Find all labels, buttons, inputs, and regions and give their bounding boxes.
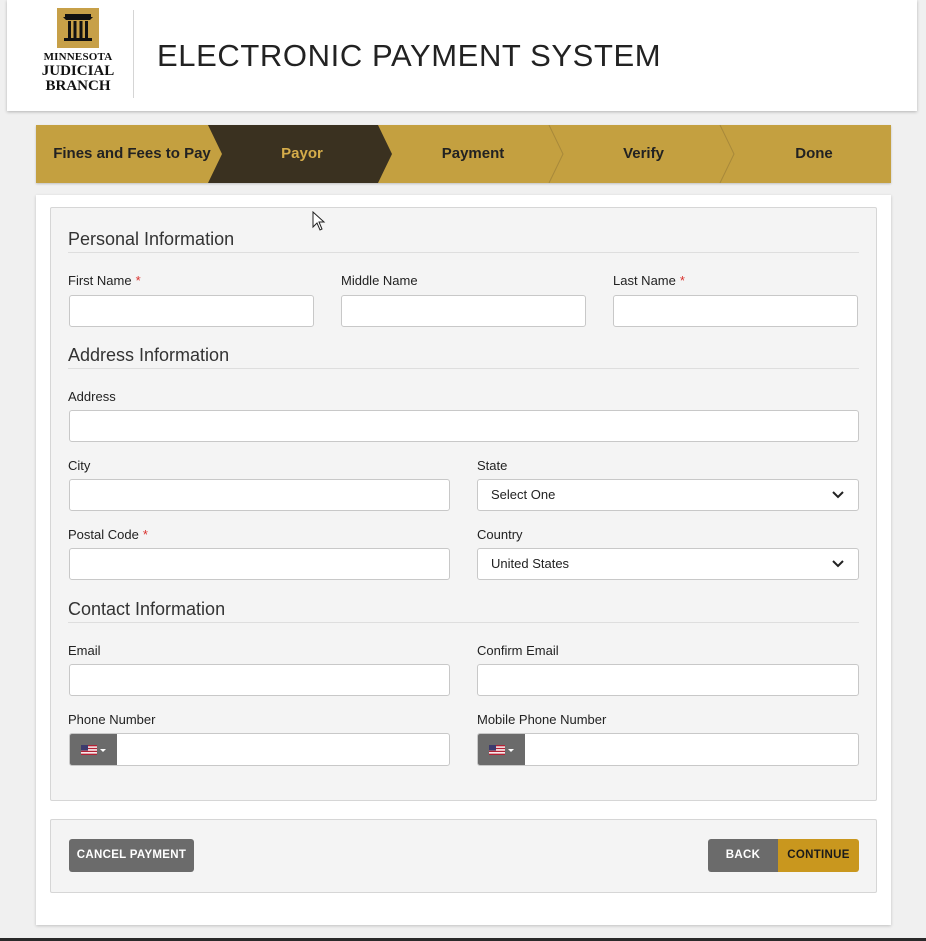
cancel-payment-button[interactable]: CANCEL PAYMENT (69, 839, 194, 872)
phone-input[interactable] (69, 733, 450, 766)
back-button[interactable]: BACK (708, 839, 778, 872)
us-flag-icon (489, 745, 514, 755)
logo-line-branch: BRANCH (45, 78, 111, 94)
step-done: Done (795, 145, 833, 162)
required-marker: * (135, 273, 141, 288)
postal-code-label-text: Postal Code (68, 527, 139, 542)
middle-name-label: Middle Name (341, 273, 418, 288)
us-flag-icon (81, 745, 106, 755)
email-input[interactable] (69, 664, 450, 696)
app-header: MINNESOTA JUDICIAL BRANCH ELECTRONIC PAY… (7, 0, 917, 111)
personal-info-title: Personal Information (68, 229, 235, 249)
continue-button[interactable]: CONTINUE (778, 839, 859, 872)
last-name-input[interactable] (613, 295, 858, 327)
state-label: State (477, 458, 508, 473)
country-select[interactable]: United States (477, 548, 859, 580)
mobile-phone-country-dropdown[interactable] (478, 734, 525, 765)
state-select[interactable]: Select One (477, 479, 859, 511)
app-title: ELECTRONIC PAYMENT SYSTEM (157, 38, 662, 73)
step-payor: Payor (281, 145, 323, 162)
address-label: Address (68, 389, 116, 404)
step-verify: Verify (623, 145, 664, 162)
section-divider (68, 622, 859, 623)
mobile-phone-input[interactable] (477, 733, 859, 766)
required-marker: * (142, 527, 148, 542)
progress-steps: Fines and Fees to Pay Payor Payment Veri… (36, 125, 891, 183)
section-divider (68, 252, 859, 253)
phone-country-dropdown[interactable] (70, 734, 117, 765)
city-label: City (68, 458, 91, 473)
country-label: Country (477, 527, 523, 542)
first-name-input[interactable] (69, 295, 314, 327)
chevron-down-icon (832, 491, 844, 499)
email-label: Email (68, 643, 101, 658)
confirm-email-label: Confirm Email (477, 643, 559, 658)
country-select-value: United States (491, 556, 570, 571)
mouse-cursor-icon (312, 211, 326, 231)
confirm-email-input[interactable] (477, 664, 859, 696)
last-name-label: Last Name * (613, 273, 685, 288)
address-info-title: Address Information (68, 345, 230, 365)
chevron-down-icon (832, 560, 844, 568)
courthouse-columns-icon (57, 8, 99, 48)
city-input[interactable] (69, 479, 450, 511)
middle-name-input[interactable] (341, 295, 586, 327)
logo-line-minnesota: MINNESOTA (43, 51, 113, 63)
postal-code-input[interactable] (69, 548, 450, 580)
first-name-label: First Name * (68, 273, 141, 288)
contact-info-title: Contact Information (68, 599, 226, 619)
minnesota-judicial-branch-logo: MINNESOTA JUDICIAL BRANCH (37, 8, 119, 100)
last-name-label-text: Last Name (613, 273, 676, 288)
step-payment: Payment (441, 145, 505, 162)
section-divider (68, 368, 859, 369)
address-input[interactable] (69, 410, 859, 442)
state-select-value: Select One (491, 487, 556, 502)
phone-label: Phone Number (68, 712, 156, 727)
logo-line-judicial: JUDICIAL (41, 63, 115, 79)
postal-code-label: Postal Code * (68, 527, 148, 542)
required-marker: * (679, 273, 685, 288)
step-fines-and-fees: Fines and Fees to Pay (53, 145, 211, 162)
first-name-label-text: First Name (68, 273, 132, 288)
mobile-phone-label: Mobile Phone Number (477, 712, 607, 727)
header-divider (133, 10, 134, 98)
